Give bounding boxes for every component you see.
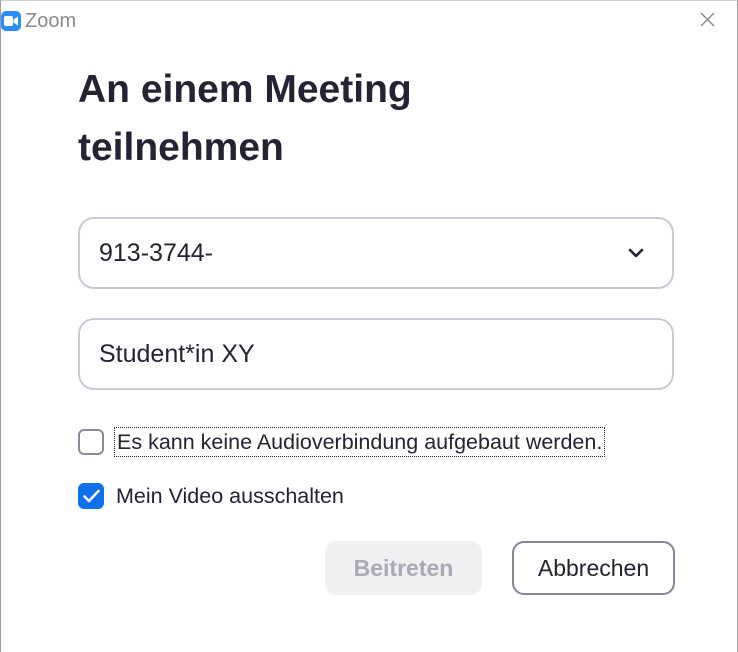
join-meeting-window: Zoom An einem Meeting teilnehmen 913-374… (0, 0, 738, 652)
display-name-value: Student*in XY (99, 340, 255, 368)
page-title-line-1: An einem Meeting (78, 68, 412, 111)
app-title: Zoom (25, 10, 77, 32)
page-title: An einem Meeting teilnehmen (78, 61, 678, 177)
title-bar: Zoom (1, 1, 737, 41)
no-audio-checkbox[interactable] (78, 429, 104, 455)
video-off-label[interactable]: Mein Video ausschalten (114, 482, 346, 510)
zoom-camera-icon (1, 11, 21, 31)
join-button[interactable]: Beitreten (325, 541, 482, 595)
display-name-input[interactable]: Student*in XY (78, 318, 674, 390)
close-icon[interactable] (697, 9, 719, 31)
video-off-checkbox[interactable] (78, 483, 104, 509)
cancel-button[interactable]: Abbrechen (512, 541, 675, 595)
chevron-down-icon[interactable] (626, 243, 646, 263)
no-audio-label[interactable]: Es kann keine Audioverbindung aufgebaut … (114, 427, 606, 457)
meeting-id-value: 913-3744- (99, 239, 213, 267)
meeting-id-combobox[interactable]: 913-3744- (78, 217, 674, 289)
page-title-line-2: teilnehmen (78, 126, 284, 169)
